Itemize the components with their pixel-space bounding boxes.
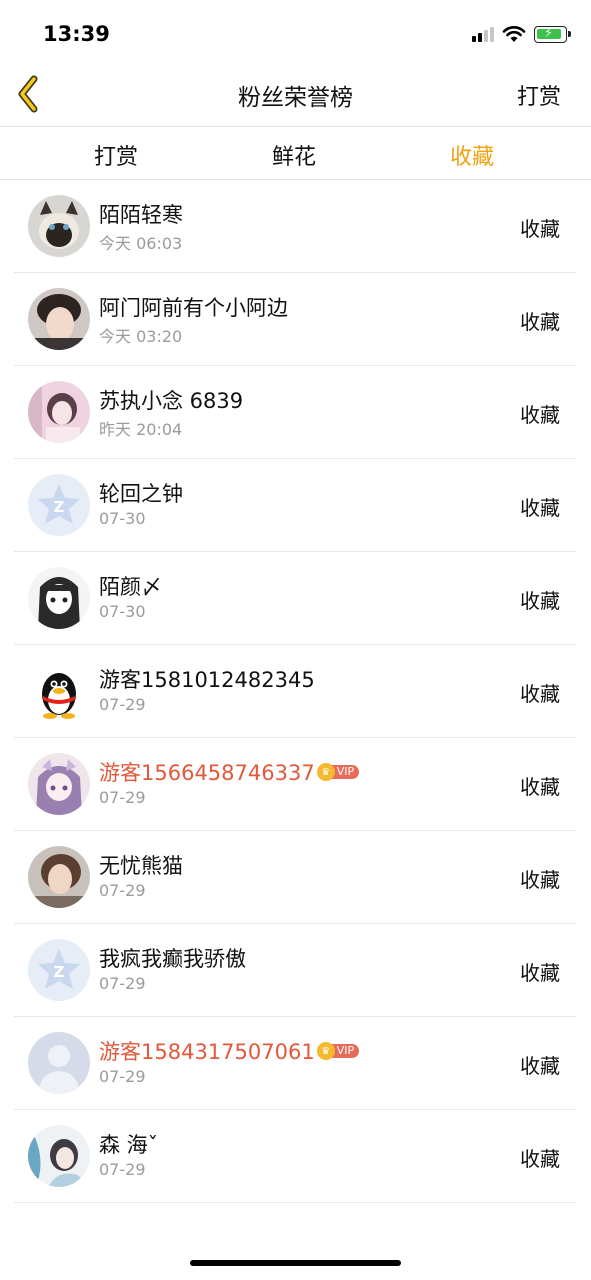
timestamp: 07-29 (99, 788, 146, 807)
timestamp: 昨天 20:04 (99, 420, 183, 439)
user-name: 阿门阿前有个小阿边 (99, 296, 288, 320)
user-name: 无忧熊猫 (99, 854, 183, 878)
list-item[interactable]: 陌颜〆 07-30 收藏 (14, 552, 576, 645)
crown-icon: ♛ (316, 1042, 335, 1060)
timestamp: 今天 06:03 (99, 234, 183, 253)
svg-text:Z: Z (54, 498, 65, 516)
user-name: 陌颜〆 (99, 575, 162, 599)
list-item[interactable]: 游客1584317507061 ♛ VIP 07-29 收藏 (14, 1017, 576, 1110)
status-bar: 13:39 ⚡ (0, 0, 591, 62)
avatar (28, 381, 90, 443)
page-title: 粉丝荣誉榜 (238, 85, 353, 111)
status-icons: ⚡ (472, 25, 571, 43)
vip-badge: ♛ VIP (316, 1042, 360, 1060)
action-label: 收藏 (520, 310, 560, 334)
action-label: 收藏 (520, 403, 560, 427)
timestamp: 07-29 (99, 1160, 146, 1179)
timestamp: 07-30 (99, 602, 146, 621)
avatar: Z (28, 939, 90, 1001)
action-label: 收藏 (520, 1054, 560, 1078)
user-name: 轮回之钟 (99, 482, 183, 506)
timestamp: 07-29 (99, 1067, 146, 1086)
vip-badge: ♛ VIP (316, 763, 360, 781)
avatar: Z (28, 474, 90, 536)
home-indicator[interactable] (190, 1260, 401, 1266)
action-label: 收藏 (520, 1147, 560, 1171)
svg-text:Z: Z (54, 963, 65, 981)
avatar (28, 660, 90, 722)
list-item[interactable]: 阿门阿前有个小阿边 今天 03:20 收藏 (14, 273, 576, 366)
list-item[interactable]: 森 海ˇ 07-29 收藏 (14, 1110, 576, 1203)
avatar (28, 1125, 90, 1187)
user-name: 我疯我癫我骄傲 (99, 947, 246, 971)
list-item[interactable]: 游客1581012482345 07-29 收藏 (14, 645, 576, 738)
avatar (28, 567, 90, 629)
action-label: 收藏 (520, 496, 560, 520)
avatar (28, 753, 90, 815)
action-label: 收藏 (520, 682, 560, 706)
user-name: 森 海ˇ (99, 1133, 159, 1157)
action-label: 收藏 (520, 961, 560, 985)
crown-icon: ♛ (316, 763, 335, 781)
user-name: 游客1581012482345 (99, 668, 315, 692)
list-item[interactable]: Z 轮回之钟 07-30 收藏 (14, 459, 576, 552)
tab-flowers[interactable]: 鲜花 (272, 139, 316, 171)
user-name: 陌陌轻寒 (99, 203, 183, 227)
timestamp: 07-30 (99, 509, 146, 528)
status-time: 13:39 (43, 22, 110, 46)
timestamp: 今天 03:20 (99, 327, 183, 346)
avatar (28, 846, 90, 908)
wifi-icon (502, 26, 526, 42)
list-item[interactable]: 苏执小念 6839 昨天 20:04 收藏 (14, 366, 576, 459)
navbar: 粉丝荣誉榜 打赏 (0, 62, 591, 127)
action-label: 收藏 (520, 868, 560, 892)
reward-button[interactable]: 打赏 (517, 79, 561, 111)
tab-favorites[interactable]: 收藏 (450, 139, 494, 171)
battery-icon: ⚡ (534, 25, 571, 43)
user-name: 游客1584317507061 (99, 1040, 315, 1064)
action-label: 收藏 (520, 217, 560, 241)
signal-icon (472, 26, 494, 42)
fan-list: 陌陌轻寒 今天 06:03 收藏 阿门阿前有个小阿边 今天 03:20 收藏 苏… (0, 180, 591, 1203)
timestamp: 07-29 (99, 974, 146, 993)
action-label: 收藏 (520, 589, 560, 613)
avatar (28, 195, 90, 257)
user-name: 苏执小念 6839 (99, 389, 244, 413)
list-item[interactable]: 游客1566458746337 ♛ VIP 07-29 收藏 (14, 738, 576, 831)
tab-bar: 打赏 鲜花 收藏 (0, 127, 591, 180)
user-name: 游客1566458746337 (99, 761, 315, 785)
tab-reward[interactable]: 打赏 (94, 139, 138, 171)
timestamp: 07-29 (99, 881, 146, 900)
action-label: 收藏 (520, 775, 560, 799)
list-item[interactable]: Z 我疯我癫我骄傲 07-29 收藏 (14, 924, 576, 1017)
avatar (28, 288, 90, 350)
list-item[interactable]: 陌陌轻寒 今天 06:03 收藏 (14, 180, 576, 273)
list-item[interactable]: 无忧熊猫 07-29 收藏 (14, 831, 576, 924)
timestamp: 07-29 (99, 695, 146, 714)
avatar (28, 1032, 90, 1094)
